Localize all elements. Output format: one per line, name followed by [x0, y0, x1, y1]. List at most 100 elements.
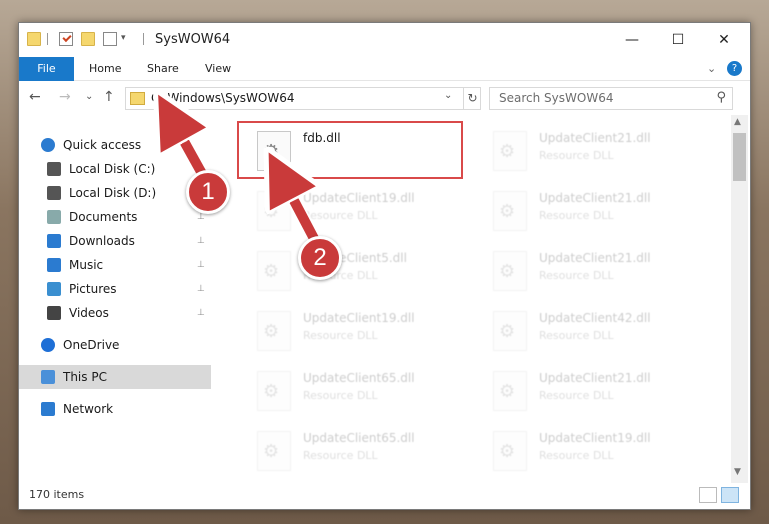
search-input[interactable]: Search SysWOW64 ⚲: [489, 87, 733, 110]
folder-icon: [130, 92, 145, 105]
sidebar-item[interactable]: Pictures ⊥: [19, 277, 211, 301]
separator: [143, 33, 144, 45]
pin-icon[interactable]: ⊥: [197, 301, 205, 325]
recent-locations-button[interactable]: ⌄: [85, 91, 93, 102]
pin-icon[interactable]: ⊥: [197, 253, 205, 277]
file-item[interactable]: UpdateClient65.dll Resource DLL: [247, 365, 477, 417]
properties-icon[interactable]: [59, 32, 73, 46]
network-icon: [41, 402, 55, 416]
file-item[interactable]: UpdateClient21.dll Resource DLL: [483, 245, 713, 297]
sidebar-item[interactable]: Downloads ⊥: [19, 229, 211, 253]
file-name: UpdateClient21.dll: [539, 131, 651, 145]
file-item[interactable]: UpdateClient65.dll Resource DLL: [247, 425, 477, 477]
search-icon: ⚲: [716, 90, 726, 105]
sidebar-item-label: Downloads: [69, 234, 135, 248]
cloud-icon: [41, 338, 55, 352]
sidebar-item-label: Network: [63, 402, 114, 416]
drive-icon: [47, 186, 61, 200]
tab-view[interactable]: View: [205, 57, 231, 81]
large-icons-view-icon[interactable]: [721, 487, 739, 503]
file-type: Resource DLL: [303, 329, 378, 342]
scrollbar-thumb[interactable]: [733, 133, 746, 181]
file-type: Resource DLL: [539, 389, 614, 402]
sidebar-item[interactable]: Videos ⊥: [19, 301, 211, 325]
address-dropdown-icon[interactable]: ⌄: [444, 90, 452, 101]
sidebar-item[interactable]: OneDrive: [19, 333, 211, 357]
back-button[interactable]: ←: [29, 89, 41, 105]
dll-file-icon: [257, 191, 291, 231]
file-type: Resource DLL: [303, 449, 378, 462]
address-path[interactable]: C:\Windows\SysWOW64: [151, 91, 295, 105]
minimize-button[interactable]: —: [609, 23, 655, 57]
file-name: UpdateClient21.dll: [539, 251, 651, 265]
scroll-down-icon[interactable]: ▼: [734, 467, 741, 477]
sidebar-item[interactable]: Local Disk (C:) ⊥: [19, 157, 211, 181]
step-1-badge: 1: [186, 170, 230, 214]
dll-file-icon: [493, 311, 527, 351]
file-item[interactable]: fdb.dll: [247, 125, 477, 177]
sidebar-item-label: Local Disk (D:): [69, 186, 157, 200]
ribbon-collapse-icon[interactable]: ⌄: [707, 57, 716, 81]
customize-toolbar-icon[interactable]: [103, 32, 117, 46]
scroll-up-icon[interactable]: ▲: [734, 117, 741, 127]
tab-file[interactable]: File: [19, 57, 74, 81]
file-item[interactable]: UpdateClient5.dllResource DLL: [247, 245, 477, 297]
file-type: Resource DLL: [539, 209, 614, 222]
address-bar[interactable]: C:\Windows\SysWOW64 ⌄ ↻: [125, 87, 481, 110]
step-2-badge: 2: [298, 236, 342, 280]
vertical-scrollbar[interactable]: ▲ ▼: [731, 115, 748, 483]
pin-icon[interactable]: ⊥: [197, 229, 205, 253]
sidebar-item[interactable]: Documents ⊥: [19, 205, 211, 229]
tab-home[interactable]: Home: [89, 57, 121, 81]
file-item[interactable]: UpdateClient21.dll Resource DLL: [483, 125, 713, 177]
file-item[interactable]: UpdateClient19.dll Resource DLL: [483, 425, 713, 477]
new-folder-icon[interactable]: [81, 32, 95, 46]
maximize-button[interactable]: ☐: [655, 23, 701, 57]
sidebar-item[interactable]: This PC: [19, 365, 211, 389]
file-name: UpdateClient19.dll: [303, 191, 415, 205]
help-icon[interactable]: ?: [727, 61, 742, 76]
sidebar-item[interactable]: Quick access: [19, 133, 211, 157]
details-view-icon[interactable]: [699, 487, 717, 503]
file-name: UpdateClient21.dll: [539, 191, 651, 205]
sidebar-item[interactable]: Network: [19, 397, 211, 421]
file-item[interactable]: UpdateClient19.dll Resource DLL: [247, 185, 477, 237]
file-name: UpdateClient65.dll: [303, 371, 415, 385]
sidebar-item-label: Local Disk (C:): [69, 162, 156, 176]
refresh-button[interactable]: ↻: [463, 88, 481, 109]
dll-file-icon: [493, 371, 527, 411]
dll-file-icon: [257, 311, 291, 351]
search-placeholder: Search SysWOW64: [499, 91, 614, 105]
file-item[interactable]: UpdateClient19.dll Resource DLL: [247, 305, 477, 357]
star-icon: [41, 138, 55, 152]
toolbar-dropdown-icon[interactable]: ▾: [121, 33, 126, 43]
navigation-pane: Quick access Local Disk (C:) ⊥ Local Disk (…: [19, 115, 211, 483]
drive-icon: [47, 162, 61, 176]
file-item[interactable]: UpdateClient21.dll Resource DLL: [483, 185, 713, 237]
file-type: Resource DLL: [303, 389, 378, 402]
file-name: UpdateClient65.dll: [303, 431, 415, 445]
file-item[interactable]: UpdateClient21.dll Resource DLL: [483, 365, 713, 417]
music-icon: [47, 258, 61, 272]
dll-file-icon: [257, 251, 291, 291]
sidebar-item-label: Quick access: [63, 138, 142, 152]
file-list: fdb.dllUpdateClient19.dllResource DLLUpd…: [229, 115, 729, 483]
tab-share[interactable]: Share: [147, 57, 179, 81]
window-title: SysWOW64: [155, 32, 231, 47]
dll-file-icon: [493, 431, 527, 471]
up-button[interactable]: ↑: [103, 89, 115, 105]
documents-icon: [47, 210, 61, 224]
forward-button[interactable]: →: [59, 89, 71, 105]
title-bar: ▾ SysWOW64 — ☐ ✕: [19, 23, 750, 57]
close-button[interactable]: ✕: [701, 23, 747, 57]
videos-icon: [47, 306, 61, 320]
sidebar-item[interactable]: Music ⊥: [19, 253, 211, 277]
dll-file-icon: [493, 131, 527, 171]
explorer-window: ▾ SysWOW64 — ☐ ✕ File Home Share View ⌄ …: [18, 22, 751, 510]
computer-icon: [41, 370, 55, 384]
file-item[interactable]: UpdateClient42.dll Resource DLL: [483, 305, 713, 357]
sidebar-item-label: Music: [69, 258, 104, 272]
pin-icon[interactable]: ⊥: [197, 277, 205, 301]
dll-file-icon: [493, 191, 527, 231]
sidebar-item[interactable]: Local Disk (D:)⊥: [19, 181, 211, 205]
